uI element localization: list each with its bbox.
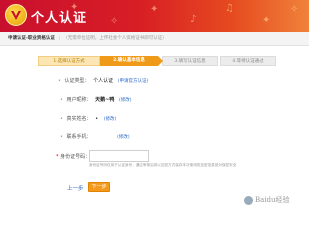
shield-v-icon	[5, 4, 27, 26]
step-4: 4.等待认证通过	[220, 56, 276, 66]
field-label: 真实姓名：	[66, 116, 92, 122]
decoration-music-icon: ♪	[190, 14, 197, 25]
edit-realname-link[interactable]: (修改)	[104, 117, 117, 122]
watermark-text: Baidu经验	[255, 196, 290, 204]
field-value: 个人认证	[93, 78, 114, 84]
step-1: 1.选择认证方式	[38, 56, 100, 66]
page-title: 个人认证	[31, 11, 88, 26]
form-row-type: • 认证类型： 个人认证 (申请官方认证)	[58, 77, 148, 84]
form-row-idcard: * 身份证号码：	[56, 153, 90, 160]
next-step-button[interactable]: 下一步	[88, 182, 110, 192]
bullet-icon: •	[60, 116, 63, 122]
decoration-star-icon: ✧	[290, 4, 299, 15]
step-2: 2.确认基本信息	[100, 56, 163, 66]
step-3: 3.填写认证信息	[162, 56, 218, 66]
idcard-input[interactable]	[89, 150, 149, 162]
field-label: 联系手机：	[66, 134, 92, 140]
breadcrumb-note: （无需单位证明，上传社会个人资格证书即可认证）	[63, 36, 167, 41]
required-mark: *	[56, 154, 59, 160]
decoration-star-icon: ✧	[110, 16, 119, 27]
edit-phone-link[interactable]: (修改)	[117, 135, 130, 140]
breadcrumb-current: 申请认证-职业资格认证	[8, 36, 55, 41]
decoration-star-icon: ✦	[150, 4, 159, 15]
decoration-music-icon: ♫	[225, 3, 234, 14]
bullet-icon: •	[60, 97, 63, 103]
step-label: 2.确认基本信息	[113, 58, 145, 63]
header-banner: ✦ ✧ ✦ ♪ ♫ ✦ ✧ 个人认证	[0, 0, 309, 32]
prev-step-link[interactable]: 上一步	[67, 184, 84, 192]
form-row-realname: • 真实姓名： • (修改)	[60, 115, 116, 122]
form-row-phone: • 联系手机： (修改)	[60, 133, 130, 140]
field-label: 身份证号码：	[60, 154, 91, 160]
step-label: 3.填写认证信息	[174, 59, 206, 64]
paw-logo-icon	[244, 195, 253, 205]
breadcrumb-separator: |	[58, 36, 60, 41]
idcard-hint: 身份证号码仅用于认证身份，通过审核后将以加密方式保存本次使用的加密信息绝对保密安…	[89, 163, 237, 167]
field-value: •	[95, 116, 100, 122]
field-value: 天鹅~鸭	[95, 97, 115, 103]
step-label: 1.选择认证方式	[53, 59, 85, 64]
breadcrumb: 申请认证-职业资格认证 | （无需单位证明，上传社会个人资格证书即可认证）	[0, 32, 309, 46]
field-label: 用户昵称：	[66, 97, 92, 103]
step-arrow-icon	[158, 56, 163, 66]
field-label: 认证类型：	[64, 78, 90, 84]
form-row-username: • 用户昵称： 天鹅~鸭 (修改)	[60, 96, 131, 103]
apply-official-link[interactable]: (申请官方认证)	[118, 79, 149, 84]
bullet-icon: •	[58, 78, 61, 84]
edit-username-link[interactable]: (修改)	[119, 98, 132, 103]
step-label: 4.等待认证通过	[232, 59, 264, 64]
bullet-icon: •	[60, 134, 63, 140]
progress-steps: 1.选择认证方式 2.确认基本信息 3.填写认证信息 4.等待认证通过	[38, 56, 276, 66]
decoration-star-icon: ✦	[262, 15, 271, 26]
watermark: Baidu经验	[244, 195, 290, 205]
